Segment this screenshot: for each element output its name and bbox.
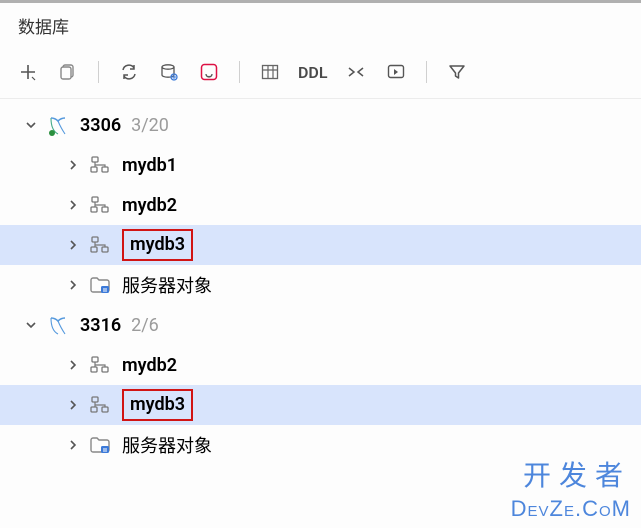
schema-label: mydb3 <box>122 229 193 261</box>
console-button[interactable] <box>382 58 410 86</box>
folder-icon <box>88 273 112 297</box>
connection-count: 2/6 <box>131 315 159 336</box>
schema-icon <box>88 233 112 257</box>
connection-label: 3306 <box>80 115 121 136</box>
table-view-button[interactable] <box>256 58 284 86</box>
chevron-down-icon[interactable] <box>22 316 40 334</box>
filter-button[interactable] <box>443 58 471 86</box>
panel-title: 数据库 <box>0 3 641 52</box>
chevron-right-icon[interactable] <box>64 236 82 254</box>
folder-icon <box>88 433 112 457</box>
schema-label: mydb3 <box>122 389 193 421</box>
server-objects-label: 服务器对象 <box>122 272 212 298</box>
ddl-button[interactable]: DDL <box>296 63 330 82</box>
schema-node[interactable]: mydb1 <box>0 145 641 185</box>
schema-label: mydb2 <box>122 355 177 376</box>
schema-icon <box>88 393 112 417</box>
connection-node[interactable]: 3306 3/20 <box>0 105 641 145</box>
server-objects-label: 服务器对象 <box>122 432 212 458</box>
collapse-button[interactable] <box>342 58 370 86</box>
toolbar-separator <box>426 61 427 83</box>
schema-label: mydb1 <box>122 155 177 176</box>
chevron-right-icon[interactable] <box>64 396 82 414</box>
toolbar: DDL <box>0 52 641 99</box>
datasource-icon <box>46 313 70 337</box>
add-button[interactable] <box>14 58 42 86</box>
toolbar-separator <box>239 61 240 83</box>
duplicate-button[interactable] <box>54 58 82 86</box>
chevron-down-icon[interactable] <box>22 116 40 134</box>
chevron-right-icon[interactable] <box>64 276 82 294</box>
connection-node[interactable]: 3316 2/6 <box>0 305 641 345</box>
schema-node[interactable]: mydb2 <box>0 345 641 385</box>
chevron-right-icon[interactable] <box>64 436 82 454</box>
datasource-properties-button[interactable] <box>155 58 183 86</box>
schema-node[interactable]: mydb2 <box>0 185 641 225</box>
watermark-en: DevZe.CoM <box>511 496 631 522</box>
chevron-right-icon[interactable] <box>64 156 82 174</box>
disconnect-button[interactable] <box>195 58 223 86</box>
schema-node[interactable]: mydb3 <box>0 385 641 425</box>
chevron-right-icon[interactable] <box>64 196 82 214</box>
toolbar-separator <box>98 61 99 83</box>
schema-icon <box>88 353 112 377</box>
datasource-icon <box>46 113 70 137</box>
refresh-button[interactable] <box>115 58 143 86</box>
schema-node[interactable]: mydb3 <box>0 225 641 265</box>
database-tree: 3306 3/20 mydb1 mydb2 mydb3 <box>0 99 641 465</box>
schema-icon <box>88 193 112 217</box>
server-objects-node[interactable]: 服务器对象 <box>0 425 641 465</box>
server-objects-node[interactable]: 服务器对象 <box>0 265 641 305</box>
schema-label: mydb2 <box>122 195 177 216</box>
schema-icon <box>88 153 112 177</box>
chevron-right-icon[interactable] <box>64 356 82 374</box>
connection-count: 3/20 <box>131 115 169 136</box>
connection-label: 3316 <box>80 315 121 336</box>
